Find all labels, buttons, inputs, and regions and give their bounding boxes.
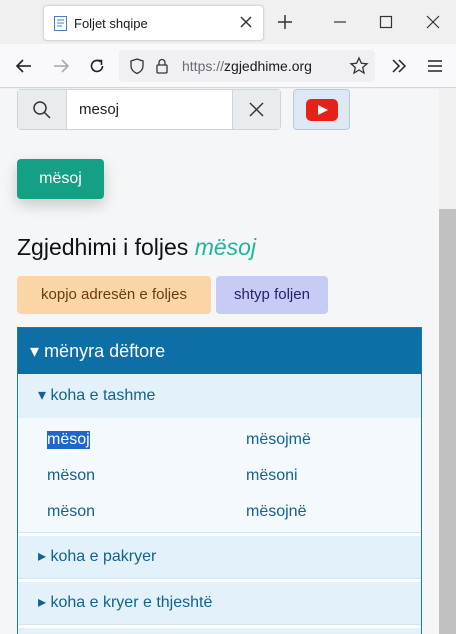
browser-tab[interactable]: Foljet shqipe	[43, 5, 264, 41]
tense-header-imperfect[interactable]: ▸ koha e pakryer	[18, 536, 421, 578]
verb-form[interactable]: mësoj	[47, 431, 90, 449]
mood-header[interactable]: ▾ mënyra dëftore	[18, 328, 421, 374]
reload-icon[interactable]	[87, 56, 107, 76]
lock-icon[interactable]	[153, 57, 171, 75]
scrollbar[interactable]	[439, 89, 456, 634]
minimize-icon[interactable]	[331, 13, 349, 31]
shield-icon[interactable]	[128, 57, 146, 75]
title-prefix: Zgjedhimi i foljes	[17, 234, 189, 260]
search-group	[17, 89, 281, 130]
close-window-icon[interactable]	[424, 13, 442, 31]
divider	[18, 532, 421, 533]
verb-form[interactable]: mësoni	[246, 467, 298, 485]
youtube-button[interactable]	[293, 89, 350, 130]
tab-title: Foljet shqipe	[74, 16, 148, 31]
print-verb-button[interactable]: shtyp foljen	[216, 276, 328, 314]
page-title: Zgjedhimi i foljes mësoj	[17, 234, 256, 261]
address-bar[interactable]: https://zgjedhime.org	[119, 50, 375, 82]
divider	[18, 624, 421, 625]
mood-label: mënyra dëftore	[44, 341, 166, 361]
title-verb: mësoj	[194, 234, 257, 260]
close-icon	[249, 102, 264, 117]
forward-arrow-icon[interactable]	[51, 56, 71, 76]
verb-form[interactable]: mësojnë	[246, 503, 306, 521]
url-scheme: https://	[182, 58, 225, 74]
tense-label: koha e kryer e thjeshtë	[50, 594, 213, 611]
tense-label: koha e tashme	[50, 387, 156, 404]
browser-window: Foljet shqipe https://zgjedhime.org meso…	[0, 0, 456, 634]
triangle-down-icon: ▾	[30, 341, 40, 361]
tab-strip: Foljet shqipe	[0, 0, 456, 44]
scrollbar-thumb[interactable]	[439, 209, 456, 634]
verb-form[interactable]: mësojmë	[246, 431, 311, 449]
verb-form[interactable]: mëson	[47, 467, 95, 485]
url-host: zgjedhime.org	[224, 58, 312, 74]
divider	[18, 578, 421, 579]
triangle-right-icon: ▸	[38, 548, 47, 565]
youtube-icon	[306, 99, 338, 121]
tense-header-present[interactable]: ▾ koha e tashme	[18, 374, 421, 418]
star-icon[interactable]	[349, 56, 369, 76]
triangle-right-icon: ▸	[38, 594, 47, 611]
page-content: mësoj Zgjedhimi i foljes mësoj kopjo adr…	[0, 89, 439, 634]
tense-header-next[interactable]	[18, 628, 421, 634]
triangle-down-icon: ▾	[38, 387, 47, 404]
navigation-bar: https://zgjedhime.org	[0, 44, 456, 88]
clear-search-button[interactable]	[232, 90, 280, 129]
new-tab-icon[interactable]	[276, 13, 294, 31]
maximize-icon[interactable]	[377, 13, 395, 31]
mood-panel: ▾ mënyra dëftore ▾ koha e tashme mësoj m…	[17, 327, 422, 634]
verb-button[interactable]: mësoj	[17, 159, 104, 199]
overflow-chevrons-icon[interactable]	[389, 56, 409, 76]
verb-form[interactable]: mëson	[47, 503, 95, 521]
tense-panel-present: ▾ koha e tashme mësoj mëson mëson mësojm…	[18, 374, 421, 532]
url-text: https://zgjedhime.org	[182, 58, 312, 74]
menu-icon[interactable]	[425, 56, 445, 76]
tense-header-past-simple[interactable]: ▸ koha e kryer e thjeshtë	[18, 582, 421, 624]
copy-address-button[interactable]: kopjo adresën e foljes	[17, 276, 211, 314]
tense-label: koha e pakryer	[50, 548, 157, 565]
close-tab-icon[interactable]	[239, 15, 253, 29]
back-arrow-icon[interactable]	[14, 56, 34, 76]
page-icon	[54, 16, 67, 31]
search-icon	[33, 101, 51, 119]
search-button[interactable]	[18, 90, 67, 129]
search-input[interactable]	[67, 90, 232, 129]
